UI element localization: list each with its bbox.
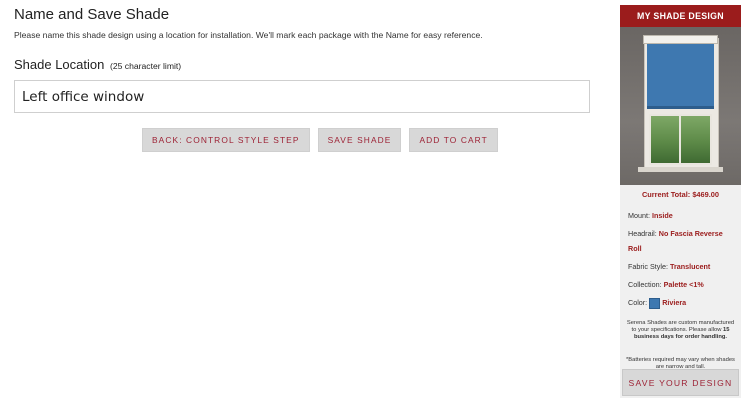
handling-notice-text: Serena Shades are custom manufactured to…: [626, 320, 735, 333]
spec-label: Headrail:: [628, 229, 657, 238]
action-buttons: BACK: CONTROL STYLE STEP SAVE SHADE ADD …: [142, 128, 498, 152]
sidebar-header: MY SHADE DESIGN: [620, 5, 741, 27]
window-sill: [638, 167, 723, 172]
shade-headrail: [643, 35, 718, 44]
spec-value: Inside: [651, 211, 673, 220]
color-swatch: [649, 297, 661, 309]
spec-mount: Mount: Inside: [628, 208, 733, 223]
spec-label: Fabric Style:: [628, 262, 668, 271]
location-label-text: Shade Location: [14, 57, 105, 72]
spec-list: Mount: Inside Headrail: No Fascia Revers…: [620, 208, 741, 310]
current-total: Current Total: $469.00: [641, 190, 720, 199]
spec-fabric-style: Fabric Style: Translucent: [628, 259, 733, 274]
shade-location-input[interactable]: [14, 80, 590, 113]
add-to-cart-button[interactable]: ADD TO CART: [409, 128, 498, 152]
roller-shade: [647, 44, 714, 106]
form-description: Please name this shade design using a lo…: [14, 30, 483, 40]
save-your-design-button[interactable]: SAVE YOUR DESIGN: [622, 369, 739, 396]
shade-design-sidebar: MY SHADE DESIGN Current Total: $469.00 M…: [620, 5, 741, 398]
shade-preview-image: [620, 27, 741, 185]
spec-label: Mount:: [628, 211, 650, 220]
spec-color: Color: Riviera: [628, 295, 733, 310]
spec-value: Palette <1%: [663, 280, 704, 289]
location-label: Shade Location (25 character limit): [14, 57, 181, 72]
spec-value: Riviera: [662, 298, 687, 307]
spec-label: Collection:: [628, 280, 662, 289]
handling-notice: Serena Shades are custom manufactured to…: [626, 320, 735, 341]
location-limit-note: (25 character limit): [109, 61, 182, 71]
spec-collection: Collection: Palette <1%: [628, 277, 733, 292]
page-title: Name and Save Shade: [14, 6, 170, 23]
spec-value: Translucent: [669, 262, 711, 271]
spec-label: Color:: [628, 298, 648, 307]
shade-bottom-bar: [647, 106, 714, 109]
back-control-style-button[interactable]: BACK: CONTROL STYLE STEP: [142, 128, 310, 152]
window-mullion: [679, 114, 681, 165]
save-shade-button[interactable]: SAVE SHADE: [317, 128, 402, 152]
spec-headrail: Headrail: No Fascia Reverse Roll: [628, 226, 733, 256]
